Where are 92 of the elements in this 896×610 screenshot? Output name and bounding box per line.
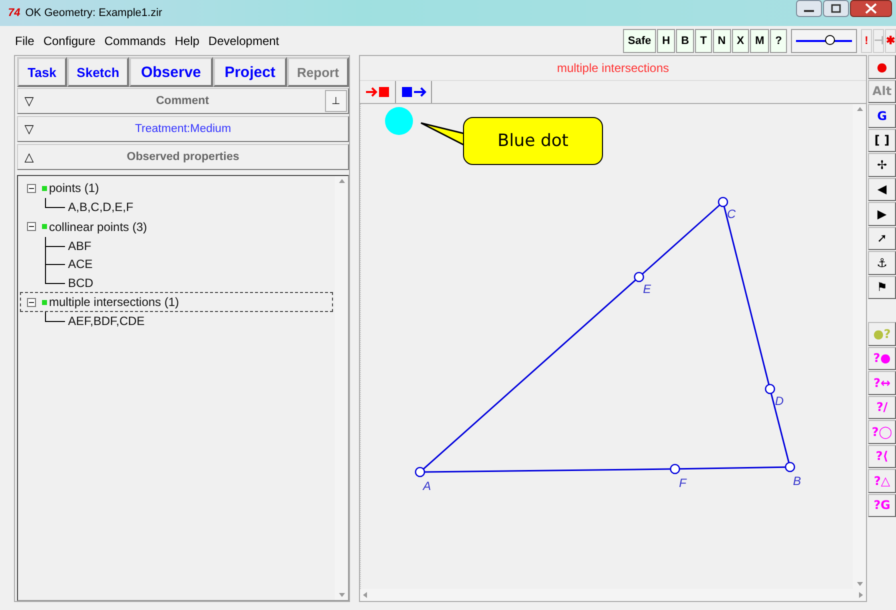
tree-item[interactable]: AEF,BDF,CDE xyxy=(68,314,145,328)
toggle-glyph[interactable]: ▽ xyxy=(18,122,40,136)
toolbar-button[interactable]: ! xyxy=(861,28,872,52)
tool-button[interactable]: G xyxy=(868,104,896,128)
point-label: B xyxy=(793,474,802,488)
toolbar-button[interactable]: T xyxy=(695,28,712,52)
square-arrow-icon xyxy=(400,86,426,98)
tree-item[interactable]: collinear points (3) xyxy=(49,220,148,234)
tab[interactable]: Task xyxy=(17,57,67,87)
point[interactable] xyxy=(414,466,426,478)
tab[interactable]: Observe xyxy=(129,57,213,87)
point[interactable] xyxy=(634,272,644,282)
tool-button[interactable]: ✢ xyxy=(868,153,896,176)
toolbar-button[interactable]: ? xyxy=(770,28,787,52)
scroll-down-icon[interactable] xyxy=(338,593,344,597)
scroll-up-icon[interactable] xyxy=(338,179,344,183)
section-title: Treatment:Medium xyxy=(134,123,232,135)
slider-thumb[interactable] xyxy=(824,34,835,44)
tool-button[interactable]: [ ] xyxy=(868,128,896,152)
scroll-down-icon[interactable] xyxy=(856,582,862,586)
tool-button[interactable]: ⚑ xyxy=(868,276,896,299)
point-label: C xyxy=(727,207,736,221)
tree-item[interactable]: BCD xyxy=(68,276,94,290)
marker-dot[interactable] xyxy=(385,107,413,135)
section-header[interactable]: ▽ Comment ⊥ xyxy=(17,88,349,114)
scroll-left-icon[interactable] xyxy=(363,592,367,598)
menu-item[interactable]: Commands xyxy=(104,34,166,48)
toolbar-button[interactable]: N xyxy=(712,28,731,52)
toolbar-button[interactable]: B xyxy=(676,28,694,52)
tree-item[interactable]: A,B,C,D,E,F xyxy=(68,200,134,214)
point-label: D xyxy=(775,394,784,408)
status-square-icon xyxy=(42,186,47,190)
slider[interactable] xyxy=(791,28,857,52)
collapse-icon[interactable] xyxy=(27,184,36,192)
tree-item[interactable]: points (1) xyxy=(49,181,100,195)
tab[interactable]: Sketch xyxy=(67,57,129,87)
menu-item[interactable]: Help xyxy=(174,34,200,48)
point[interactable] xyxy=(764,384,776,394)
collapse-icon[interactable] xyxy=(27,298,36,306)
scrollbar[interactable] xyxy=(360,589,866,601)
toolbar-button[interactable]: Safe xyxy=(622,28,656,52)
point-label: F xyxy=(679,476,686,490)
app-logo: 74 xyxy=(8,7,20,19)
point-label: E xyxy=(643,282,652,296)
menu-item[interactable]: File xyxy=(15,34,34,48)
tree-line xyxy=(45,312,65,322)
point[interactable] xyxy=(784,462,796,472)
maximize-icon[interactable] xyxy=(823,0,849,17)
line-segment[interactable] xyxy=(770,393,790,463)
scrollbar[interactable] xyxy=(853,104,866,589)
canvas-title: multiple intersections xyxy=(556,61,670,75)
toggle-glyph[interactable]: ▽ xyxy=(18,94,40,108)
status-square-icon xyxy=(42,224,47,229)
section-header[interactable]: ▽ Treatment:Medium xyxy=(17,116,349,142)
menu-item[interactable]: Development xyxy=(208,34,280,48)
point[interactable] xyxy=(670,464,680,474)
line-segment[interactable] xyxy=(642,204,720,275)
close-icon[interactable] xyxy=(850,0,892,17)
tab[interactable]: Project xyxy=(213,57,287,87)
tool-button[interactable]: ● xyxy=(868,55,896,78)
window-title: OK Geometry: Example1.zir xyxy=(25,7,162,19)
section-title: Observed properties xyxy=(126,151,240,163)
arrow-square-icon xyxy=(364,86,390,98)
point[interactable] xyxy=(718,196,728,208)
toolbar-button[interactable]: X xyxy=(732,28,750,52)
status-square-icon xyxy=(42,300,47,304)
line-segment[interactable] xyxy=(679,466,786,470)
pin-button[interactable]: ⊥ xyxy=(325,90,347,112)
minimize-icon[interactable] xyxy=(796,0,822,17)
tool-button[interactable]: ◀ xyxy=(868,178,896,201)
scrollbar[interactable] xyxy=(335,176,348,600)
scroll-right-icon[interactable] xyxy=(859,592,863,598)
tool-button[interactable]: ⚓ xyxy=(868,251,896,274)
line-segment[interactable] xyxy=(424,468,670,473)
section-title: Comment xyxy=(154,95,210,107)
collapse-icon[interactable] xyxy=(27,222,36,231)
point-label: A xyxy=(423,479,432,493)
toolbar-button[interactable]: M xyxy=(750,28,770,52)
tool-button[interactable]: ➚ xyxy=(868,226,896,250)
tree-line xyxy=(45,198,65,208)
tab[interactable]: Report xyxy=(287,57,349,87)
tree-line xyxy=(45,236,65,255)
tree-item[interactable]: ACE xyxy=(68,257,93,272)
line-segment[interactable] xyxy=(723,206,770,385)
toolbar-button[interactable]: ✱ xyxy=(885,28,896,52)
tool-button[interactable]: ▶ xyxy=(868,202,896,226)
menu-item[interactable]: Configure xyxy=(43,34,96,48)
tree-item[interactable]: ABF xyxy=(68,238,92,253)
scroll-up-icon[interactable] xyxy=(856,107,862,111)
section-header[interactable]: △ Observed properties xyxy=(17,144,349,170)
toggle-glyph[interactable]: △ xyxy=(18,150,40,164)
toolbar-button[interactable]: H xyxy=(657,28,676,52)
